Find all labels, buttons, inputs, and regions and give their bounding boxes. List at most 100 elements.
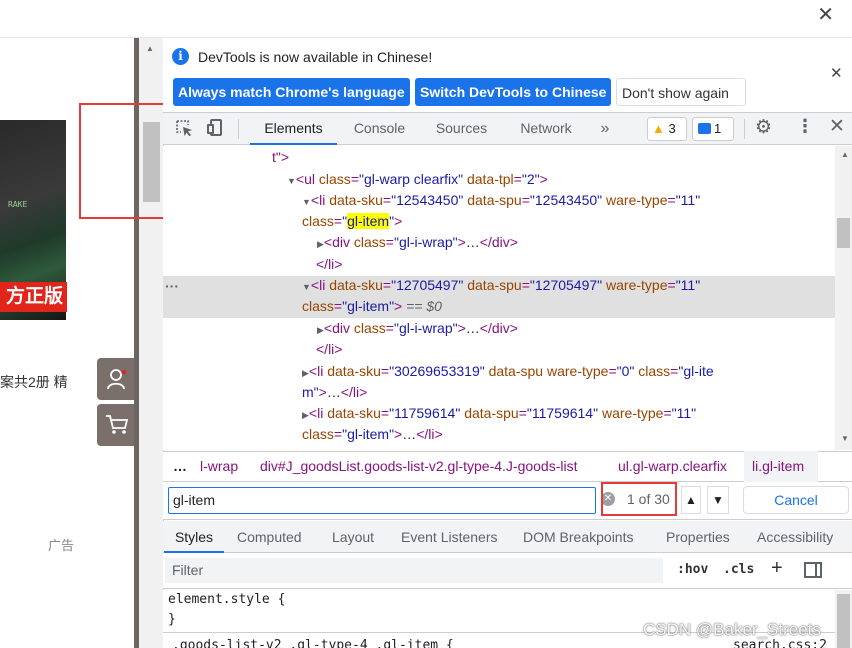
attr-value: "12543450" — [391, 192, 464, 208]
ad-label: 广告 — [48, 538, 75, 553]
dom-line-div[interactable]: ▶<div class="gl-i-wrap">…</div> — [317, 318, 518, 339]
attr-value: "12543450" — [529, 192, 603, 208]
next-match-button[interactable]: ▼ — [707, 486, 729, 514]
device-toolbar-icon[interactable] — [207, 118, 227, 138]
new-style-rule-icon[interactable]: + — [771, 557, 783, 580]
collapse-arrow-icon[interactable]: ▶ — [302, 410, 309, 420]
tab-network[interactable]: Network — [508, 112, 584, 145]
tab-event-listeners[interactable]: Event Listeners — [401, 521, 498, 553]
warning-icon: ▲ — [652, 121, 665, 136]
breadcrumb-overflow[interactable]: … — [173, 451, 187, 482]
collapse-arrow-icon[interactable]: ▶ — [317, 325, 324, 335]
attr-value: "11759614" — [389, 405, 461, 421]
attr-value: "12705497" — [391, 277, 464, 293]
infobar-close-icon[interactable]: ✕ — [830, 64, 843, 82]
attr-value: "2" — [521, 171, 540, 187]
css-rule-selector[interactable]: .goods-list-v2 .gl-type-4 .gl-item { — [172, 638, 454, 648]
inspect-element-icon[interactable] — [174, 118, 194, 138]
attr-name: class — [318, 171, 351, 187]
class-toggle-button[interactable]: .cls — [723, 562, 754, 577]
tab-console[interactable]: Console — [342, 112, 417, 145]
tab-properties[interactable]: Properties — [666, 521, 730, 553]
warnings-badge[interactable]: ▲ 3 — [647, 117, 687, 141]
close-icon[interactable]: ✕ — [817, 2, 834, 27]
attr-value: "0" — [616, 363, 635, 379]
warnings-count: 3 — [668, 121, 676, 136]
dom-line[interactable]: </li> — [316, 339, 342, 360]
dont-show-again-button[interactable]: Don't show again — [616, 78, 746, 106]
expand-arrow-icon[interactable]: ▼ — [302, 197, 311, 207]
watermark: CSDN @Baker_Streets — [643, 620, 821, 639]
styles-filter-input[interactable]: Filter — [165, 558, 663, 583]
dom-line-li[interactable]: ▶<li data-sku="11759614" data-spu="11759… — [302, 403, 696, 424]
styles-scrollbar-thumb[interactable] — [837, 594, 850, 648]
expand-arrow-icon[interactable]: ▼ — [302, 282, 311, 292]
dom-line[interactable]: m">…</li> — [302, 382, 367, 403]
info-icon: i — [172, 48, 189, 65]
attr-value: "11" — [675, 192, 701, 208]
attr-value: "gl-item" — [342, 426, 395, 442]
tab-styles[interactable]: Styles — [164, 521, 224, 553]
cancel-search-button[interactable]: Cancel — [743, 486, 849, 514]
cart-icon[interactable] — [97, 404, 137, 446]
dom-line[interactable]: </li> — [316, 254, 342, 275]
toolbar-divider — [744, 119, 745, 139]
dom-line-li-selected[interactable]: ▼<li data-sku="12705497" data-spu="12705… — [302, 275, 700, 296]
annotation-box-match-count — [601, 482, 677, 516]
tab-dom-breakpoints[interactable]: DOM Breakpoints — [523, 521, 633, 553]
user-icon[interactable] — [97, 358, 137, 400]
tab-sources[interactable]: Sources — [425, 112, 498, 145]
gear-icon[interactable]: ⚙ — [755, 116, 772, 139]
scroll-up-arrow-icon[interactable]: ▲ — [146, 44, 154, 53]
tab-computed[interactable]: Computed — [237, 521, 302, 553]
breadcrumb-item[interactable]: div#J_goodsList.goods-list-v2.gl-type-4.… — [260, 451, 577, 482]
breadcrumb-item-current[interactable]: li.gl-item — [744, 451, 818, 482]
previous-match-button[interactable]: ▲ — [681, 486, 701, 514]
attr-value: m" — [302, 384, 319, 400]
issues-badge[interactable]: 1 — [692, 117, 734, 141]
collapse-arrow-icon[interactable]: ▶ — [317, 239, 324, 249]
attr-value: "11" — [671, 405, 697, 421]
collapse-arrow-icon[interactable]: ▶ — [302, 368, 309, 378]
tab-layout[interactable]: Layout — [332, 521, 374, 553]
attr-value: "11759614" — [526, 405, 599, 421]
annotation-box-scrollbar — [79, 103, 175, 219]
switch-to-chinese-button[interactable]: Switch DevTools to Chinese — [415, 78, 611, 106]
dom-line[interactable]: class="gl-item">…</li> — [302, 424, 443, 445]
attr-value: "11" — [675, 277, 701, 293]
more-options-icon[interactable]: ⋮ — [796, 116, 814, 137]
attr-value: "30269653319" — [389, 363, 485, 379]
scroll-up-arrow-icon[interactable]: ▲ — [841, 150, 849, 159]
dom-line-div[interactable]: ▶<div class="gl-i-wrap">…</div> — [317, 232, 518, 253]
dom-line[interactable]: class="gl-item"> == $0 — [302, 296, 442, 317]
expand-arrow-icon[interactable]: ▼ — [287, 176, 296, 186]
match-language-button[interactable]: Always match Chrome's language — [173, 78, 410, 106]
attr-value: "gl-i-wrap" — [393, 320, 458, 336]
dom-search-input[interactable]: gl-item — [168, 487, 596, 514]
console-ref: == $0 — [406, 298, 442, 314]
attr-value: "gl-i-wrap" — [393, 234, 458, 250]
dom-line-ul[interactable]: ▼<ul class="gl-warp clearfix" data-tpl="… — [287, 169, 548, 190]
dom-line[interactable]: class="gl-item"> — [302, 211, 402, 232]
dom-line-li[interactable]: ▶<li data-sku="30269653319" data-spu war… — [302, 361, 714, 382]
dom-scrollbar-thumb[interactable] — [837, 218, 850, 248]
node-actions-dots[interactable]: ··· — [165, 278, 179, 294]
devtools-close-icon[interactable]: ✕ — [829, 115, 845, 138]
toggle-sidebar-icon[interactable] — [804, 562, 822, 578]
breadcrumb-item[interactable]: l-wrap — [200, 451, 238, 482]
attr-value: "gl-warp clearfix" — [359, 171, 464, 187]
tab-elements[interactable]: Elements — [250, 112, 337, 145]
dom-line-li[interactable]: ▼<li data-sku="12543450" data-spu="12543… — [302, 190, 700, 211]
scroll-down-arrow-icon[interactable]: ▼ — [841, 434, 849, 443]
hover-state-button[interactable]: :hov — [677, 562, 708, 577]
attr-name: data-tpl — [466, 171, 514, 187]
breadcrumb-item[interactable]: ul.gl-warp.clearfix — [618, 451, 727, 482]
tab-accessibility[interactable]: Accessibility — [757, 521, 833, 553]
more-tabs-icon[interactable]: » — [596, 112, 614, 145]
attr-value: "gl-ite — [678, 363, 714, 379]
attr-value: "12705497" — [529, 277, 603, 293]
dom-line[interactable]: t"> — [272, 147, 289, 168]
product-title[interactable]: 案共2册 精 — [0, 372, 68, 392]
element-style-rule[interactable]: element.style { — [168, 592, 285, 607]
dom-scrollbar[interactable] — [835, 146, 852, 450]
